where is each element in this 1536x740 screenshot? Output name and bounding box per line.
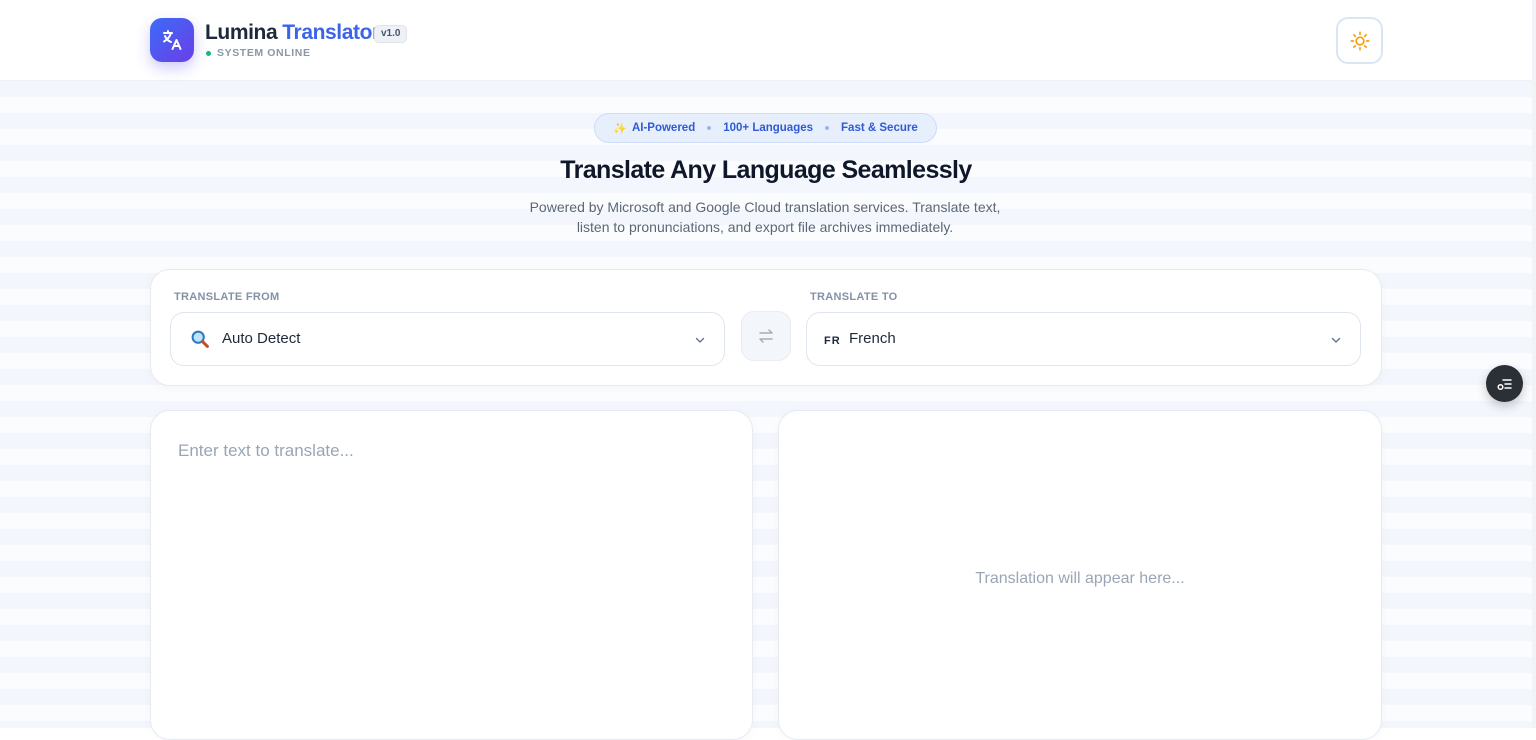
badge-separator [825, 126, 830, 130]
page-subtitle: Powered by Microsoft and Google Cloud tr… [500, 197, 1030, 237]
floating-settings-button[interactable] [1486, 365, 1523, 402]
translation-output-panel: Translation will appear here... [778, 410, 1382, 740]
status-dot-icon [206, 50, 211, 56]
swap-arrows-icon [759, 329, 773, 343]
app-header: Lumina Translator v1.0 SYSTEM ONLINE [0, 0, 1532, 81]
source-text-panel [150, 410, 753, 740]
chevron-down-icon [694, 333, 706, 351]
app-logo[interactable] [150, 18, 194, 62]
system-status: SYSTEM ONLINE [206, 47, 311, 59]
translation-placeholder: Translation will appear here... [975, 570, 1185, 587]
sparkle-icon: ✨ [613, 122, 627, 135]
badge-secure: Fast & Secure [841, 122, 918, 134]
subtitle-line-2: listen to pronunciations, and export fil… [576, 219, 954, 235]
brand-second: Translator [282, 21, 380, 44]
page-title: Translate Any Language Seamlessly [560, 156, 972, 184]
translate-icon [163, 30, 182, 50]
target-language-select[interactable]: FR French [806, 312, 1361, 366]
translate-from-label: TRANSLATE FROM [174, 291, 280, 303]
version-badge: v1.0 [374, 25, 408, 43]
badge-languages: 100+ Languages [723, 122, 814, 134]
swap-languages-button[interactable] [741, 311, 791, 361]
theme-toggle-button[interactable] [1336, 17, 1383, 64]
scrollbar-track[interactable] [1532, 0, 1536, 728]
translate-to-label: TRANSLATE TO [810, 291, 898, 303]
target-language-code: FR [824, 335, 841, 347]
source-language-select[interactable]: Auto Detect [170, 312, 725, 366]
source-text-input[interactable] [178, 441, 728, 711]
feature-badges: ✨ AI-Powered 100+ Languages Fast & Secur… [594, 113, 937, 143]
target-language-value: French [849, 330, 896, 347]
subtitle-line-1: Powered by Microsoft and Google Cloud tr… [529, 199, 1001, 215]
badge-ai-powered: AI-Powered [631, 122, 696, 134]
brand-first: Lumina [205, 21, 278, 44]
brand-name: Lumina Translator [205, 20, 380, 46]
source-language-value: Auto Detect [222, 330, 301, 347]
toggle-list-icon [1496, 378, 1512, 390]
sun-icon [1349, 30, 1370, 51]
badge-separator [707, 126, 712, 130]
magnifier-icon [190, 329, 210, 354]
chevron-down-icon [1330, 333, 1342, 351]
status-text: SYSTEM ONLINE [217, 47, 311, 59]
